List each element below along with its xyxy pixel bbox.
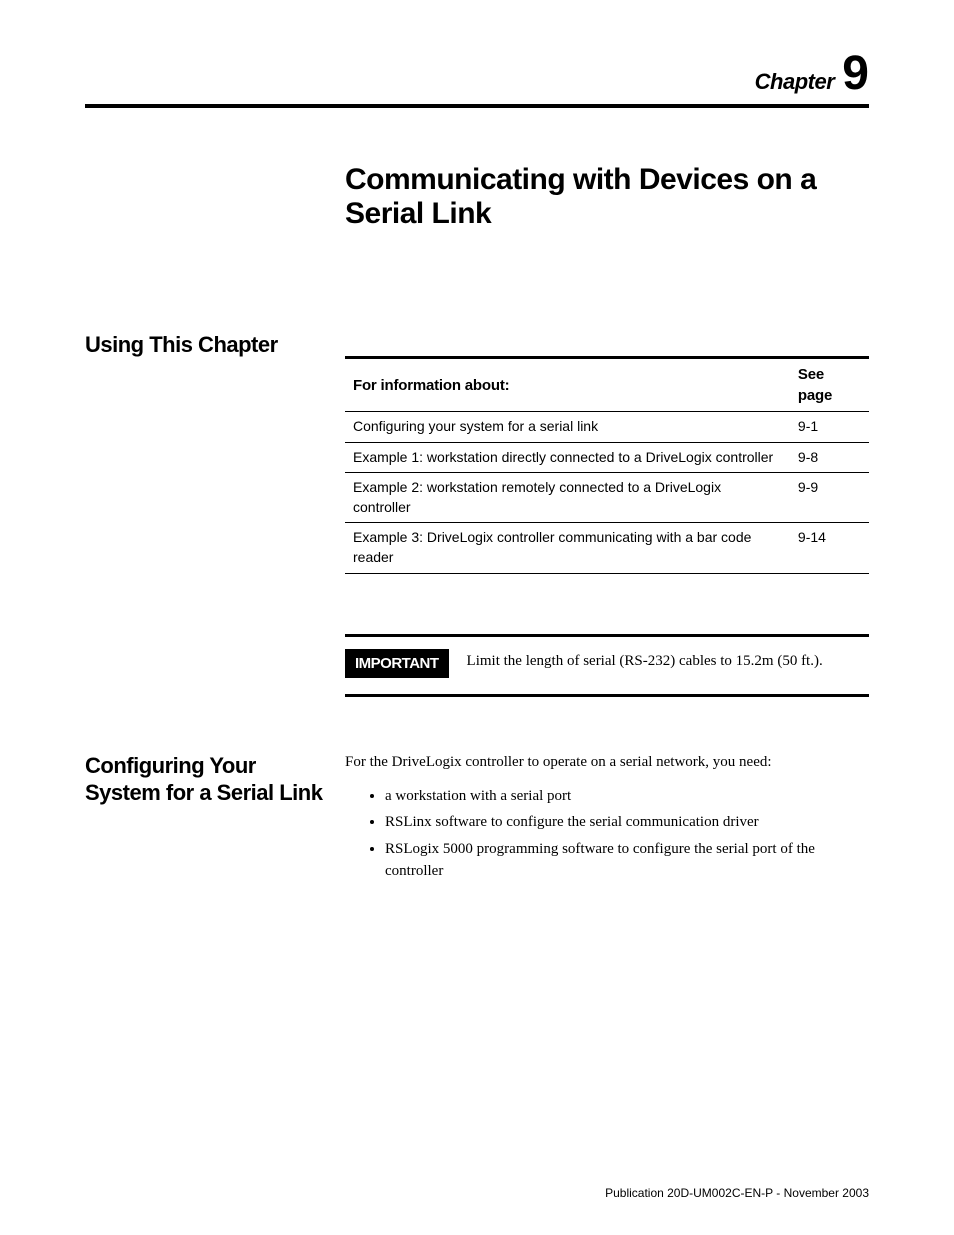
table-row: Example 3: DriveLogix controller communi…: [345, 523, 869, 573]
table-cell-page: 9-14: [790, 523, 869, 573]
table-cell-info: Example 1: workstation directly connecte…: [345, 442, 790, 473]
publication-footer: Publication 20D-UM002C-EN-P - November 2…: [605, 1186, 869, 1200]
section-content: For the DriveLogix controller to operate…: [345, 752, 869, 887]
table-header-info: For information about:: [345, 358, 790, 412]
section-heading: Configuring Your System for a Serial Lin…: [85, 752, 345, 887]
page-title: Communicating with Devices on a Serial L…: [345, 163, 869, 231]
table-cell-info: Example 2: workstation remotely connecte…: [345, 473, 790, 523]
intro-paragraph: For the DriveLogix controller to operate…: [345, 752, 869, 773]
list-item: RSLogix 5000 programming software to con…: [385, 838, 869, 883]
table-row: Configuring your system for a serial lin…: [345, 412, 869, 443]
important-callout: IMPORTANT Limit the length of serial (RS…: [345, 634, 869, 697]
table-cell-info: Configuring your system for a serial lin…: [345, 412, 790, 443]
table-cell-page: 9-1: [790, 412, 869, 443]
list-item: a workstation with a serial port: [385, 785, 869, 808]
table-row: Example 2: workstation remotely connecte…: [345, 473, 869, 523]
chapter-header: Chapter 9: [85, 50, 869, 108]
table-cell-page: 9-8: [790, 442, 869, 473]
table-cell-page: 9-9: [790, 473, 869, 523]
section-content: For information about: See page Configur…: [345, 331, 869, 697]
bullet-list: a workstation with a serial port RSLinx …: [385, 785, 869, 883]
section-heading: Using This Chapter: [85, 331, 345, 697]
section-using-this-chapter: Using This Chapter For information about…: [85, 331, 869, 697]
table-header-row: For information about: See page: [345, 358, 869, 412]
chapter-number: 9: [842, 47, 869, 100]
info-table: For information about: See page Configur…: [345, 356, 869, 574]
table-header-page: See page: [790, 358, 869, 412]
important-badge: IMPORTANT: [345, 649, 449, 678]
chapter-label: Chapter: [755, 69, 835, 94]
table-cell-info: Example 3: DriveLogix controller communi…: [345, 523, 790, 573]
important-text: Limit the length of serial (RS-232) cabl…: [467, 649, 823, 672]
table-row: Example 1: workstation directly connecte…: [345, 442, 869, 473]
list-item: RSLinx software to configure the serial …: [385, 811, 869, 834]
section-configuring-serial-link: Configuring Your System for a Serial Lin…: [85, 752, 869, 887]
